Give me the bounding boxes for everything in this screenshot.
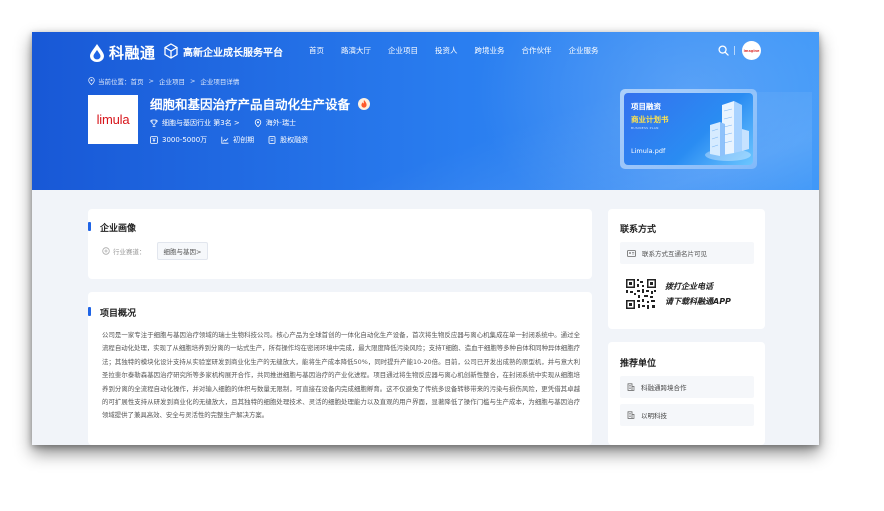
brand-name: 科融通 (109, 45, 156, 62)
cube-network-icon (164, 43, 178, 59)
search-icon[interactable] (718, 45, 729, 56)
breadcrumb-separator: > (148, 77, 154, 85)
money-icon (150, 136, 158, 144)
section-title-recommend: 推荐单位 (620, 359, 657, 369)
breadcrumb-projects[interactable]: 企业项目 (159, 76, 185, 86)
funding-text: 3000-5000万 (162, 136, 208, 144)
bp-title: 项目融资 (631, 102, 661, 111)
building-icon (627, 383, 635, 391)
browser-frame: 科融通 高新企业成长服务平台 首页 路演大厅 企业项目 投资人 跨境业务 合作伙… (32, 32, 819, 445)
enterprise-profile-card: 企业画像 行业赛道： 细胞与基因> (88, 209, 592, 279)
top-navbar: 科融通 高新企业成长服务平台 首页 路演大厅 企业项目 投资人 跨境业务 合作伙… (32, 32, 819, 70)
industry-tag[interactable]: 细胞与基因> (156, 242, 209, 260)
project-overview-card: 项目概况 公司是一家专注于细胞与基因治疗领域的瑞士生物科技公司。核心产品为全球首… (88, 292, 592, 445)
recommend-item[interactable]: 以明科技 (620, 404, 754, 426)
contact-card: 联系方式 联系方式互通名片可见 拨打企业电话 请下载科融通APP (608, 209, 765, 329)
project-stage: 初创期 (221, 135, 254, 145)
financing-type: 股权融资 (268, 135, 308, 145)
droplet-logo-icon (90, 43, 104, 62)
recommend-card: 推荐单位 科融通跨境合作 以明科技 (608, 342, 765, 445)
qr-line-1: 拨打企业电话 (665, 282, 713, 291)
recommend-item-label: 以明科技 (641, 412, 667, 420)
recommend-item-label: 科融通跨境合作 (641, 384, 687, 392)
stage-text: 初创期 (233, 136, 255, 144)
section-title-profile: 企业画像 (100, 224, 137, 234)
breadcrumb-home[interactable]: 当前位置：首页 (98, 76, 144, 86)
nav-home[interactable]: 首页 (309, 45, 324, 56)
section-accent-bar (88, 222, 91, 231)
nav-projects[interactable]: 企业项目 (388, 45, 418, 56)
company-logo: limula (88, 95, 138, 144)
hero-banner: 科融通 高新企业成长服务平台 首页 路演大厅 企业项目 投资人 跨境业务 合作伙… (32, 32, 819, 190)
platform-title: 高新企业成长服务平台 (163, 43, 283, 59)
nav-investors[interactable]: 投资人 (435, 45, 458, 56)
overview-text: 公司是一家专注于细胞与基因治疗领域的瑞士生物科技公司。核心产品为全球首创的一体化… (102, 331, 580, 420)
location-pin-icon (254, 119, 261, 127)
track-label: 行业赛道： (113, 248, 146, 256)
industry-rank-text: 细胞与基因行业 第3名 > (162, 119, 240, 127)
nav-services[interactable]: 企业服务 (569, 45, 599, 56)
avatar[interactable]: imagine (742, 41, 761, 60)
bp-filename[interactable]: Limula.pdf (631, 147, 665, 155)
document-icon (268, 136, 276, 144)
building-icon (627, 411, 635, 419)
project-meta-row-1: 细胞与基因行业 第3名 > 海外·瑞士 (150, 118, 310, 128)
nav-roadshow[interactable]: 路演大厅 (341, 45, 371, 56)
business-card-icon (627, 249, 636, 257)
bp-subtitle: 商业计划书 (631, 115, 669, 124)
financing-type-text: 股权融资 (280, 136, 309, 144)
bp-english: BUSINESS PLAN (631, 126, 659, 130)
location-pin-icon (88, 77, 95, 85)
buildings-illustration-icon (705, 101, 751, 161)
qr-line-2: 请下载科融通APP (665, 297, 731, 306)
track-icon (102, 247, 110, 255)
project-location: 海外·瑞士 (254, 118, 296, 128)
main-nav: 首页 路演大厅 企业项目 投资人 跨境业务 合作伙伴 企业服务 (309, 45, 616, 56)
project-meta-row-2: 3000-5000万 初创期 股权融资 (150, 135, 322, 145)
brand-logo[interactable]: 科融通 (90, 42, 156, 63)
business-plan-cover: 项目融资 商业计划书 BUSINESS PLAN Limula.pdf (624, 93, 753, 165)
nav-cross-border[interactable]: 跨境业务 (475, 45, 505, 56)
flame-icon (358, 97, 371, 110)
section-accent-bar (88, 307, 91, 316)
qr-code-icon (625, 278, 657, 310)
contact-card-text: 联系方式互通名片可见 (642, 250, 707, 258)
recommend-item[interactable]: 科融通跨境合作 (620, 376, 754, 398)
trend-chart-icon (221, 136, 229, 144)
breadcrumb-current: 企业项目详情 (200, 78, 240, 86)
project-title-row: 细胞和基因治疗产品自动化生产设备 (150, 94, 371, 113)
platform-name: 高新企业成长服务平台 (183, 47, 283, 59)
section-title-overview: 项目概况 (100, 309, 137, 319)
location-text: 海外·瑞士 (265, 119, 297, 127)
nav-partners[interactable]: 合作伙伴 (522, 45, 552, 56)
section-title-contact: 联系方式 (620, 225, 657, 235)
trophy-icon (150, 119, 158, 127)
breadcrumb: 当前位置：首页 > 企业项目 > 企业项目详情 (88, 76, 244, 86)
funding-amount: 3000-5000万 (150, 135, 207, 145)
industry-rank[interactable]: 细胞与基因行业 第3名 > (150, 118, 240, 128)
contact-card-row[interactable]: 联系方式互通名片可见 (620, 242, 754, 264)
business-plan-card[interactable]: 项目融资 商业计划书 BUSINESS PLAN Limula.pdf (620, 89, 757, 169)
header-divider (734, 46, 735, 55)
industry-track-row: 行业赛道： 细胞与基因> (102, 242, 209, 260)
breadcrumb-separator: > (189, 77, 196, 85)
project-title: 细胞和基因治疗产品自动化生产设备 (150, 97, 351, 112)
